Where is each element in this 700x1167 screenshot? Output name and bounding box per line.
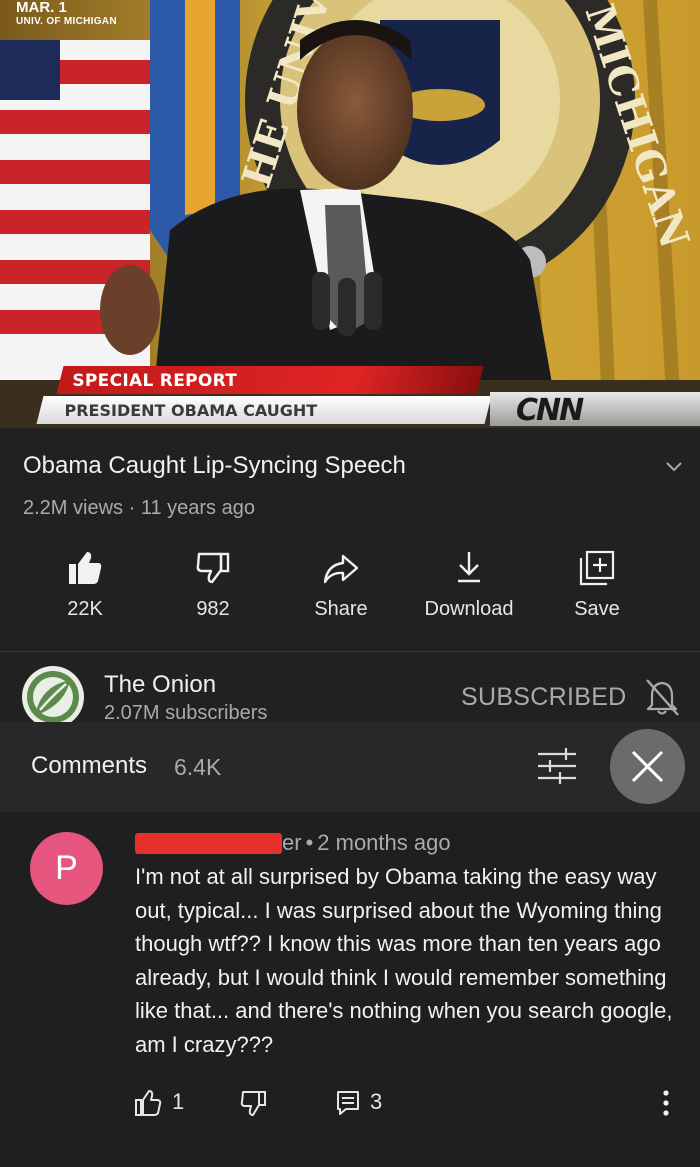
comment-meta: er • 2 months ago [282, 830, 451, 856]
more-options-icon[interactable] [656, 1088, 676, 1118]
upload-age: 11 years ago [140, 497, 255, 519]
bell-off-icon[interactable] [644, 677, 680, 717]
share-icon [281, 548, 401, 592]
section-divider [0, 651, 700, 652]
network-logo: CNN [490, 392, 700, 428]
dateline-date: MAR. 1 [16, 0, 67, 16]
comment-reply-count: 3 [370, 1089, 383, 1114]
save-button[interactable]: Save [537, 548, 657, 621]
video-player[interactable]: HE UNIV MICHIGAN MAR. 1 UNIV. OF MICHIGA… [0, 0, 700, 428]
comment-text: I'm not at all surprised by Obama taking… [135, 864, 673, 1057]
video-frame-image: HE UNIV MICHIGAN [0, 0, 700, 428]
like-count: 22K [67, 598, 103, 620]
download-button[interactable]: Download [409, 548, 529, 621]
download-label: Download [424, 598, 514, 620]
meta-dot: • [305, 830, 314, 855]
close-icon [631, 750, 664, 783]
video-dateline: MAR. 1 UNIV. OF MICHIGAN [16, 0, 117, 29]
comment-like-count: 1 [172, 1089, 185, 1114]
share-button[interactable]: Share [281, 548, 401, 621]
comment-reply-icon[interactable] [336, 1090, 360, 1116]
thumbs-down-icon [153, 548, 273, 592]
network-logo-text: CNN [516, 393, 584, 428]
lower-third-banner: SPECIAL REPORT [56, 366, 484, 394]
dateline-place: UNIV. OF MICHIGAN [16, 16, 117, 27]
subscribed-button[interactable]: SUBSCRIBED [461, 683, 627, 712]
save-label: Save [574, 598, 620, 620]
comments-count: 6.4K [174, 754, 222, 780]
comment-author[interactable]: er [282, 830, 302, 855]
sort-filter-icon[interactable] [536, 746, 578, 786]
comment-dislike-icon[interactable] [240, 1089, 268, 1117]
redacted-username [135, 833, 282, 854]
comment-like-icon[interactable] [134, 1089, 162, 1117]
like-button[interactable]: 22K [25, 548, 145, 621]
save-playlist-icon [537, 548, 657, 592]
onion-logo-icon [27, 671, 79, 723]
video-meta: 2.2M views · 11 years ago [23, 497, 255, 520]
comments-title: Comments [31, 752, 148, 779]
chevron-down-icon[interactable] [664, 456, 684, 476]
share-label: Share [314, 598, 368, 620]
download-icon [409, 548, 529, 592]
dislike-count: 982 [196, 598, 230, 620]
meta-separator: · [123, 497, 141, 519]
channel-name[interactable]: The Onion [104, 671, 216, 699]
dislike-button[interactable]: 982 [153, 548, 273, 621]
lower-third-headline: PRESIDENT OBAMA CAUGHT [36, 396, 492, 424]
comment-age: 2 months ago [317, 830, 451, 855]
close-comments-button[interactable] [610, 729, 685, 804]
lower-third-top-text: SPECIAL REPORT [72, 371, 238, 391]
commenter-avatar[interactable]: P [30, 832, 103, 905]
lower-third-main-text: PRESIDENT OBAMA CAUGHT [64, 401, 318, 420]
channel-avatar[interactable] [22, 666, 84, 728]
view-count: 2.2M views [23, 497, 124, 519]
video-title[interactable]: Obama Caught Lip-Syncing Speech [23, 452, 406, 480]
thumbs-up-icon [25, 548, 145, 592]
